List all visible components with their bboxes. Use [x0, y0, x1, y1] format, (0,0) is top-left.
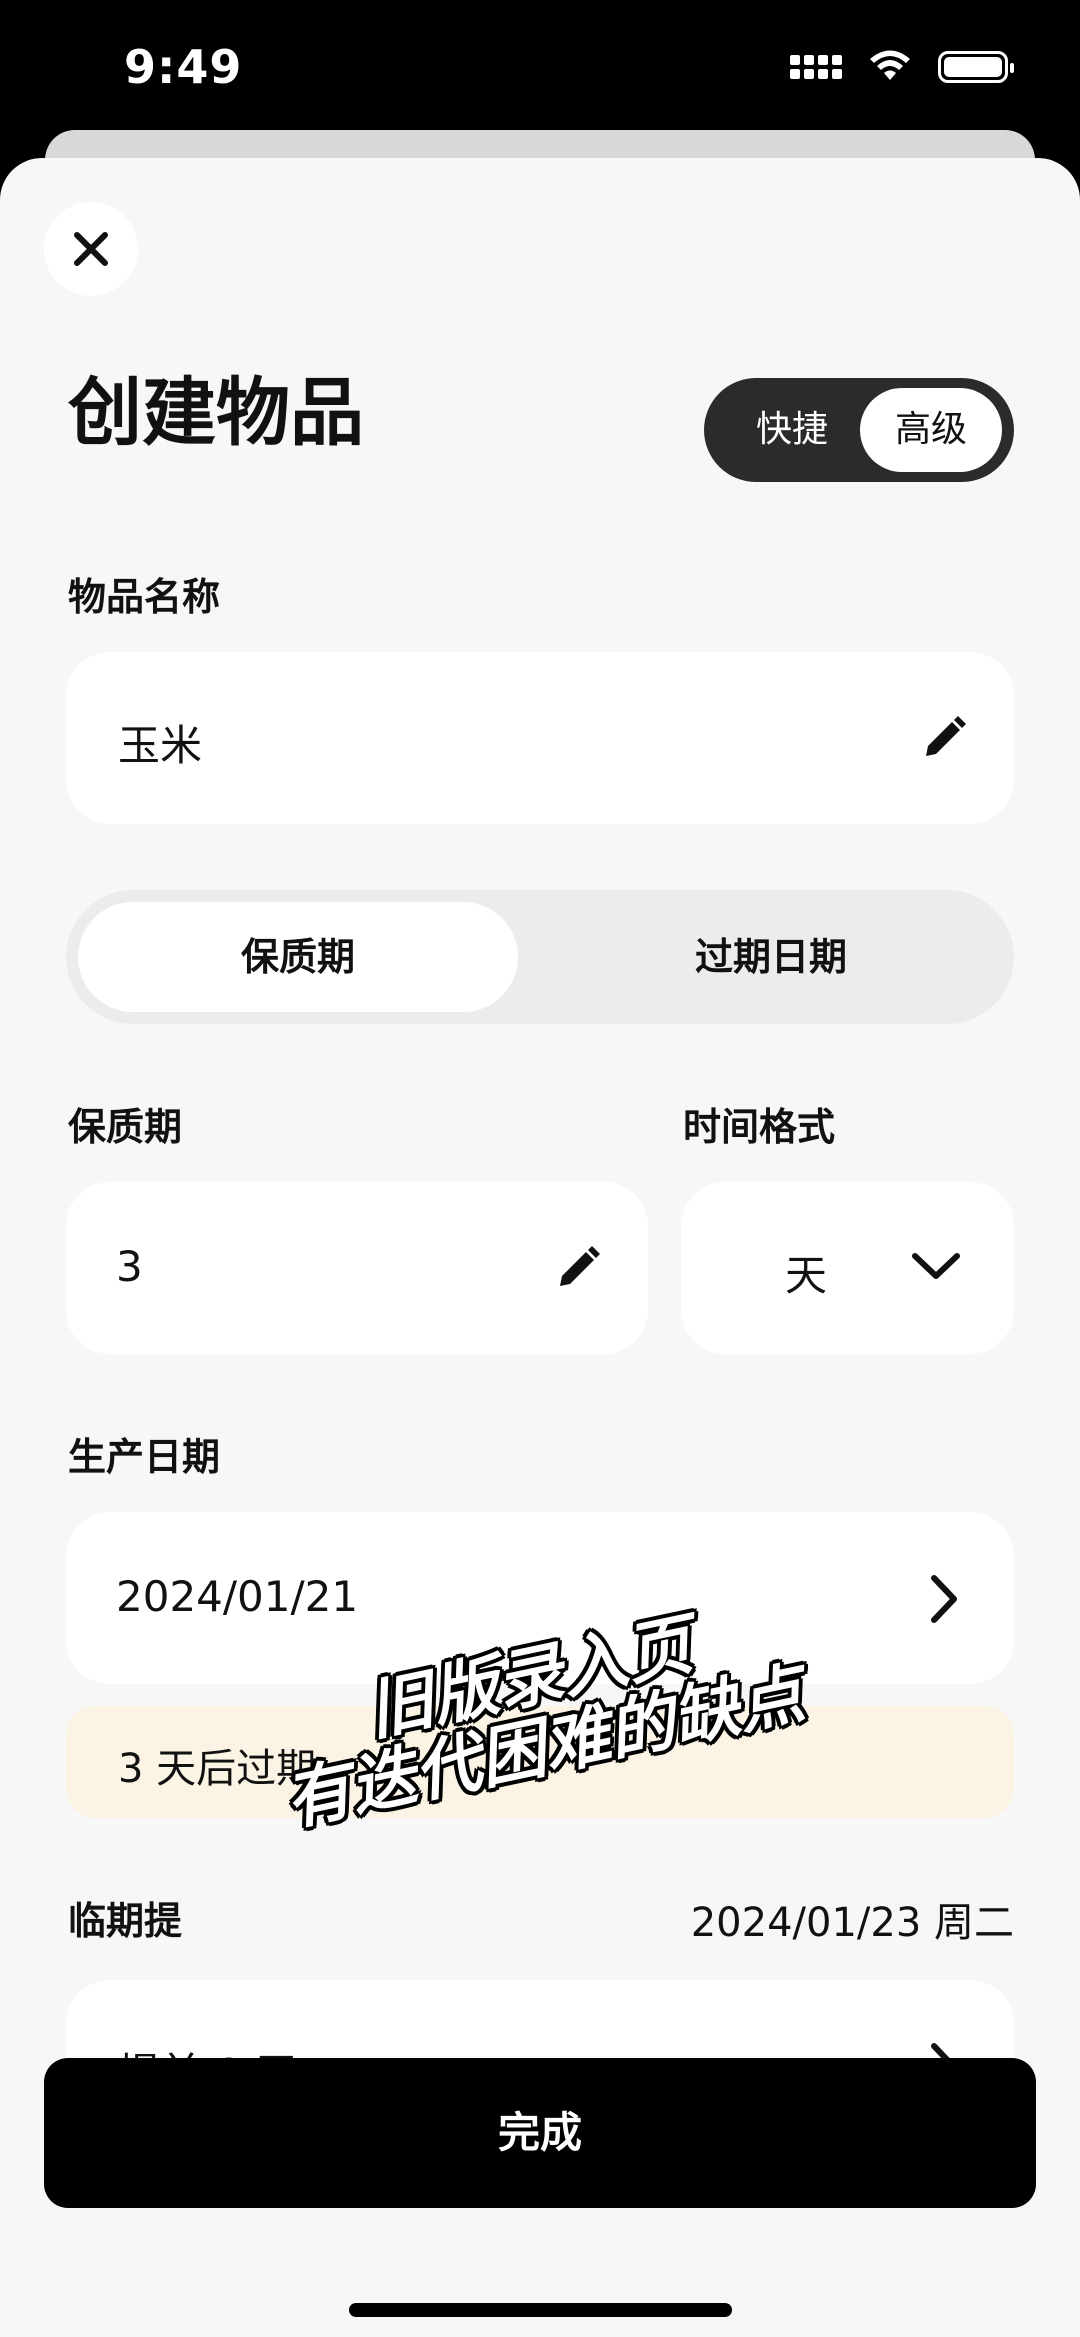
production-date-label: 生产日期: [68, 1435, 221, 1479]
time-format-label: 时间格式: [683, 1105, 836, 1149]
item-name-label: 物品名称: [68, 575, 221, 619]
home-indicator: [349, 2303, 732, 2317]
done-button[interactable]: 完成: [44, 2058, 1036, 2208]
mode-toggle[interactable]: 快捷 高级: [704, 378, 1014, 482]
page-title: 创建物品: [68, 370, 364, 456]
mode-advanced-option[interactable]: 高级: [860, 388, 1002, 472]
mode-quick-option[interactable]: 快捷: [724, 378, 860, 482]
tab-expiry-date[interactable]: 过期日期: [536, 890, 1006, 1024]
reminder-date: 2024/01/23 周二: [690, 1900, 1014, 1946]
item-name-field[interactable]: 玉米: [66, 652, 1014, 824]
time-format-select[interactable]: 天: [681, 1182, 1014, 1354]
status-time: 9:49: [124, 40, 243, 94]
battery-icon: [938, 51, 1014, 83]
status-icons: [790, 50, 1014, 84]
shelf-life-value: 3: [116, 1242, 143, 1291]
close-icon: [74, 232, 108, 266]
edit-pencil-icon: [560, 1246, 600, 1286]
shelf-life-field[interactable]: 3: [66, 1182, 648, 1354]
date-mode-segmented-control[interactable]: 保质期 过期日期: [66, 890, 1014, 1024]
tab-shelf-life[interactable]: 保质期: [78, 902, 518, 1012]
create-item-sheet: 创建物品 快捷 高级 物品名称 玉米 保质期 过期日期 保质期 时间格式 3 天…: [0, 158, 1080, 2337]
close-button[interactable]: [44, 202, 138, 296]
production-date-value: 2024/01/21: [116, 1572, 359, 1621]
time-format-value: 天: [785, 1251, 828, 1300]
status-bar: 9:49: [0, 0, 1080, 130]
item-name-value: 玉米: [118, 721, 203, 770]
edit-pencil-icon: [926, 716, 966, 756]
chevron-right-icon: [931, 1575, 957, 1623]
reminder-label: 临期提: [68, 1899, 183, 1943]
shelf-life-label: 保质期: [68, 1105, 183, 1149]
wifi-icon: [870, 50, 910, 80]
cellular-signal-icon: [790, 55, 842, 79]
chevron-down-icon: [912, 1253, 960, 1279]
